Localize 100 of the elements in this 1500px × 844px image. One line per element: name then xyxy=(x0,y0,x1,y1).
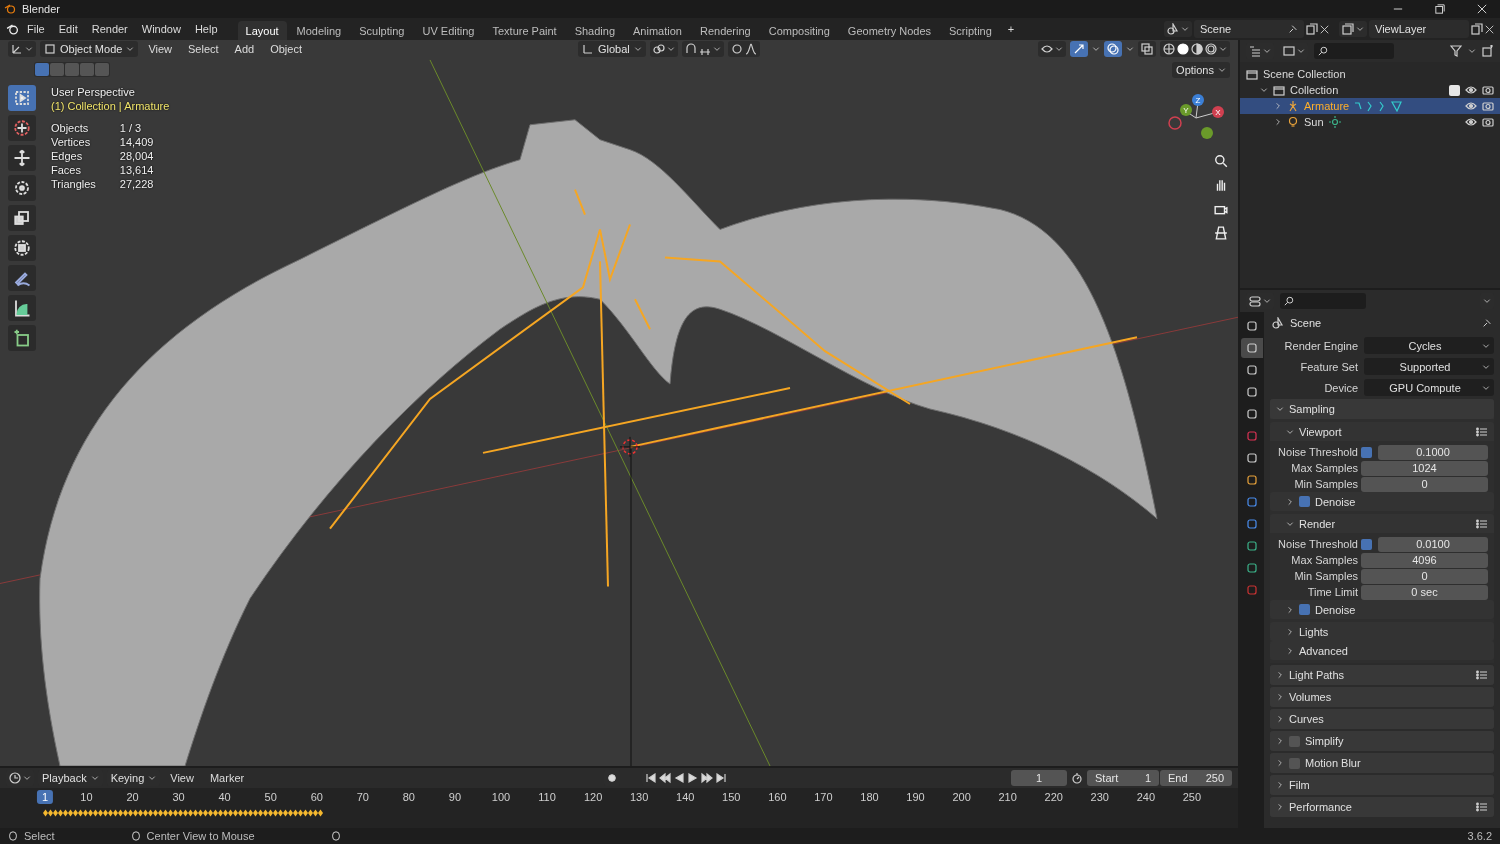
chevron-icon xyxy=(1482,383,1490,392)
search-field[interactable] xyxy=(1280,293,1366,309)
workspace-tab[interactable]: Compositing xyxy=(760,21,838,41)
checkbox[interactable] xyxy=(1361,538,1372,550)
dropdown[interactable]: GPU Compute xyxy=(1364,379,1494,396)
cursor-tool[interactable] xyxy=(8,115,36,141)
panel-header[interactable]: Viewport xyxy=(1270,422,1494,441)
number-field[interactable]: 0.1000 xyxy=(1378,444,1488,460)
workspace-tab[interactable]: Rendering xyxy=(691,21,759,41)
add-workspace-button[interactable]: + xyxy=(1001,21,1021,37)
menu-item[interactable]: View xyxy=(164,770,200,786)
panel-header[interactable]: Render xyxy=(1270,514,1494,533)
orientation-dropdown[interactable]: Global xyxy=(578,41,646,57)
dropdown[interactable]: Cycles xyxy=(1364,337,1494,354)
workspace-tab[interactable]: Shading xyxy=(566,21,624,41)
workspace-tab[interactable]: Sculpting xyxy=(351,21,413,41)
checkbox[interactable] xyxy=(1289,757,1300,769)
menu-item[interactable]: Marker xyxy=(203,770,251,786)
chevron-icon xyxy=(1181,25,1189,33)
number-field[interactable]: 0 xyxy=(1361,476,1488,492)
panel-header[interactable]: Denoise xyxy=(1270,492,1494,511)
outliner-row[interactable]: Collection xyxy=(1240,82,1500,98)
start-frame-field[interactable]: Start 1 xyxy=(1087,770,1159,786)
panel-header[interactable]: Motion Blur xyxy=(1270,753,1494,773)
context-title: Scene xyxy=(1290,317,1323,329)
editor-type-button[interactable] xyxy=(8,41,36,57)
menu-item[interactable]: Select xyxy=(182,41,225,57)
panel-header[interactable]: Lights xyxy=(1270,622,1494,641)
move-tool[interactable] xyxy=(8,145,36,171)
options-dropdown[interactable]: Options xyxy=(1172,62,1230,78)
dropdown[interactable]: Supported xyxy=(1364,358,1494,375)
next-keyframe-icon xyxy=(701,772,714,784)
rotate-tool[interactable] xyxy=(8,175,36,201)
panel-title: Film xyxy=(1289,779,1311,791)
menu-item[interactable]: Render xyxy=(85,21,134,37)
search-field[interactable] xyxy=(1314,43,1394,59)
view-layer-selector-button[interactable] xyxy=(1339,21,1367,37)
checkbox[interactable] xyxy=(1299,604,1310,615)
panel-header[interactable]: Light Paths xyxy=(1270,665,1494,685)
menu-item[interactable]: Help xyxy=(188,21,224,37)
measure-tool[interactable] xyxy=(8,295,36,321)
overlay-toggle-button[interactable] xyxy=(1104,41,1122,57)
frame-number: 180 xyxy=(860,791,879,803)
gizmo-toggle-button[interactable] xyxy=(1070,41,1088,57)
number-field[interactable]: 0 xyxy=(1361,568,1488,584)
panel-header[interactable]: Curves xyxy=(1270,709,1494,729)
workspace-tab[interactable]: Layout xyxy=(237,21,287,41)
workspace-tab[interactable]: UV Editing xyxy=(414,21,483,41)
navigation-gizmo-drawing[interactable]: Z Y X xyxy=(1162,90,1228,146)
end-frame-field[interactable]: End 250 xyxy=(1160,770,1232,786)
menu-item[interactable]: Add xyxy=(228,41,261,57)
select-box-tool[interactable] xyxy=(8,85,36,111)
exclude-checkbox[interactable] xyxy=(1449,84,1460,96)
workspace-tab[interactable]: Texture Paint xyxy=(484,21,565,41)
properties-tab[interactable] xyxy=(1241,338,1263,358)
current-frame-field[interactable]: 1 xyxy=(1011,770,1067,786)
panel-header[interactable]: Simplify xyxy=(1270,731,1494,751)
panel-header[interactable]: Performance xyxy=(1270,797,1494,817)
proportional-edit-button[interactable] xyxy=(727,41,760,57)
menu-item[interactable]: Edit xyxy=(52,21,84,37)
cursor-icon xyxy=(13,119,31,137)
outliner-row[interactable]: Armature xyxy=(1240,98,1500,114)
transform-tool[interactable] xyxy=(8,235,36,261)
annotate-tool[interactable] xyxy=(8,265,36,291)
scene-field[interactable]: Scene xyxy=(1194,20,1304,38)
workspace-tab[interactable]: Animation xyxy=(625,21,690,41)
add-cube-tool[interactable] xyxy=(8,325,36,351)
number-field[interactable]: 0.0100 xyxy=(1378,536,1488,552)
view-layer-field[interactable]: ViewLayer xyxy=(1369,20,1469,38)
menu-item[interactable]: Object xyxy=(264,41,308,57)
workspace-tab[interactable]: Scripting xyxy=(941,21,1000,41)
menu-item[interactable]: Window xyxy=(135,21,187,37)
panel-header[interactable]: Denoise xyxy=(1270,600,1494,619)
search-icon xyxy=(1284,296,1294,306)
panel-header[interactable]: Sampling xyxy=(1270,399,1494,419)
playhead[interactable]: 1 xyxy=(36,790,54,804)
number-field[interactable]: 4096 xyxy=(1361,552,1488,568)
xray-button[interactable] xyxy=(1138,41,1156,57)
panel-header[interactable]: Volumes xyxy=(1270,687,1494,707)
scene-selector-button[interactable] xyxy=(1164,21,1192,37)
menu-item[interactable]: File xyxy=(21,21,51,37)
number-field[interactable]: 0 sec xyxy=(1361,584,1488,600)
pivot-button[interactable] xyxy=(649,41,678,57)
checkbox[interactable] xyxy=(1299,496,1310,507)
workspace-tab[interactable]: Modeling xyxy=(288,21,350,41)
mode-dropdown[interactable]: Object Mode xyxy=(40,41,139,57)
snap-button[interactable] xyxy=(681,41,724,57)
number-field[interactable]: 1024 xyxy=(1361,460,1488,476)
checkbox[interactable] xyxy=(1289,735,1300,747)
checkbox[interactable] xyxy=(1361,446,1372,458)
shading-buttons[interactable] xyxy=(1160,41,1230,57)
scale-tool[interactable] xyxy=(8,205,36,231)
panel-header[interactable]: Advanced xyxy=(1270,641,1494,660)
outliner-row[interactable]: Scene Collection xyxy=(1240,66,1500,82)
editor-type-button[interactable] xyxy=(1246,293,1274,309)
panel-header[interactable]: Film xyxy=(1270,775,1494,795)
visibility-button[interactable] xyxy=(1038,41,1066,57)
workspace-tab[interactable]: Geometry Nodes xyxy=(839,21,939,41)
menu-item[interactable]: View xyxy=(142,41,179,57)
outliner-row[interactable]: Sun xyxy=(1240,114,1500,130)
